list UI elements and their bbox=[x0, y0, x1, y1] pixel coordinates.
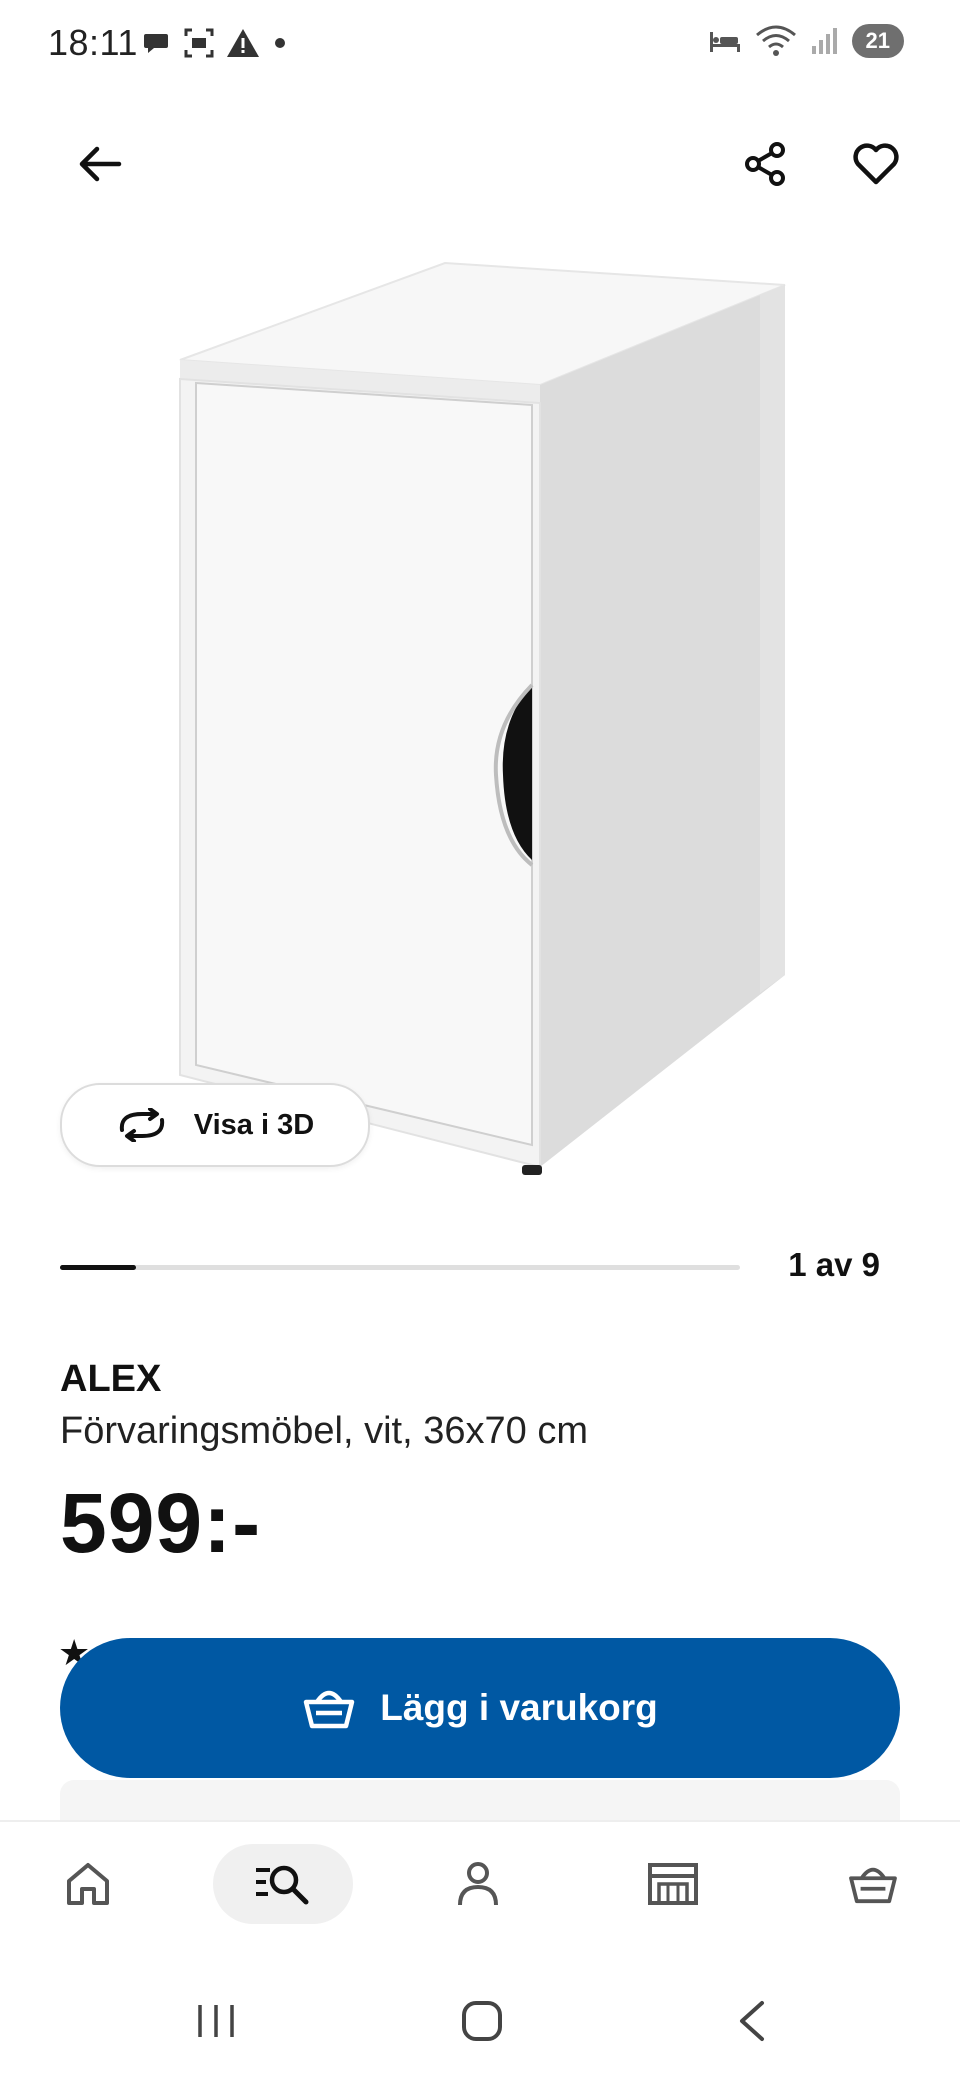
person-icon bbox=[458, 1862, 498, 1906]
product-name: ALEX bbox=[60, 1358, 162, 1400]
back-button[interactable] bbox=[60, 124, 140, 204]
recent-apps-icon bbox=[198, 2005, 234, 2037]
add-to-cart-label: Lägg i varukorg bbox=[380, 1687, 658, 1728]
search-list-icon bbox=[256, 1865, 309, 1905]
status-left-icons bbox=[142, 26, 290, 60]
view-in-3d-button[interactable]: Visa i 3D bbox=[60, 1083, 370, 1167]
basket-icon bbox=[849, 1867, 897, 1904]
cabinet-foot bbox=[522, 1165, 542, 1175]
heart-icon bbox=[853, 143, 899, 185]
status-time: 18:11 bbox=[48, 22, 138, 63]
view-in-3d-label: Visa i 3D bbox=[193, 1108, 315, 1141]
share-icon bbox=[745, 142, 785, 186]
info-card-peek bbox=[60, 1780, 900, 1820]
system-navigation bbox=[0, 1960, 960, 2080]
wifi-icon bbox=[755, 25, 796, 56]
signal-icon bbox=[811, 28, 837, 54]
dot-icon bbox=[275, 38, 285, 48]
share-button[interactable] bbox=[726, 124, 806, 204]
basket-icon bbox=[303, 1690, 355, 1729]
gallery-progress-fill bbox=[60, 1265, 136, 1270]
chat-icon bbox=[144, 34, 168, 53]
bed-icon bbox=[709, 32, 740, 52]
nav-profile[interactable] bbox=[418, 1844, 538, 1924]
cabinet-door bbox=[195, 381, 533, 1147]
store-icon bbox=[648, 1863, 698, 1905]
cabinet-side bbox=[540, 285, 785, 1167]
warning-icon bbox=[227, 29, 259, 57]
status-right-icons: 21 bbox=[708, 24, 904, 58]
gallery-progress bbox=[60, 1265, 740, 1270]
status-bar: 18:11 21 bbox=[0, 0, 960, 90]
top-bar bbox=[0, 110, 960, 220]
product-description: Förvaringsmöbel, vit, 36x70 cm bbox=[60, 1410, 588, 1452]
recent-apps-button[interactable] bbox=[176, 1986, 256, 2056]
arrow-left-icon bbox=[79, 146, 122, 182]
system-back-button[interactable] bbox=[712, 1986, 792, 2056]
chevron-left-icon bbox=[740, 2001, 764, 2041]
add-to-cart-button[interactable]: Lägg i varukorg bbox=[60, 1638, 900, 1778]
rotate-3d-icon bbox=[119, 1108, 164, 1142]
nav-cart[interactable] bbox=[813, 1844, 933, 1924]
home-icon bbox=[67, 1863, 109, 1905]
battery-badge: 21 bbox=[851, 24, 904, 58]
product-price: 599:- bbox=[60, 1476, 262, 1570]
nav-home[interactable] bbox=[28, 1844, 148, 1924]
nav-store[interactable] bbox=[613, 1844, 733, 1924]
screenshot-icon bbox=[184, 28, 214, 58]
product-image[interactable] bbox=[160, 255, 800, 1195]
gallery-counter: 1 av 9 bbox=[788, 1246, 880, 1283]
system-home-button[interactable] bbox=[442, 1986, 522, 2056]
system-home-icon bbox=[462, 2001, 502, 2041]
bottom-navigation bbox=[0, 1820, 960, 1962]
nav-search[interactable] bbox=[213, 1844, 353, 1924]
favorite-button[interactable] bbox=[836, 124, 916, 204]
